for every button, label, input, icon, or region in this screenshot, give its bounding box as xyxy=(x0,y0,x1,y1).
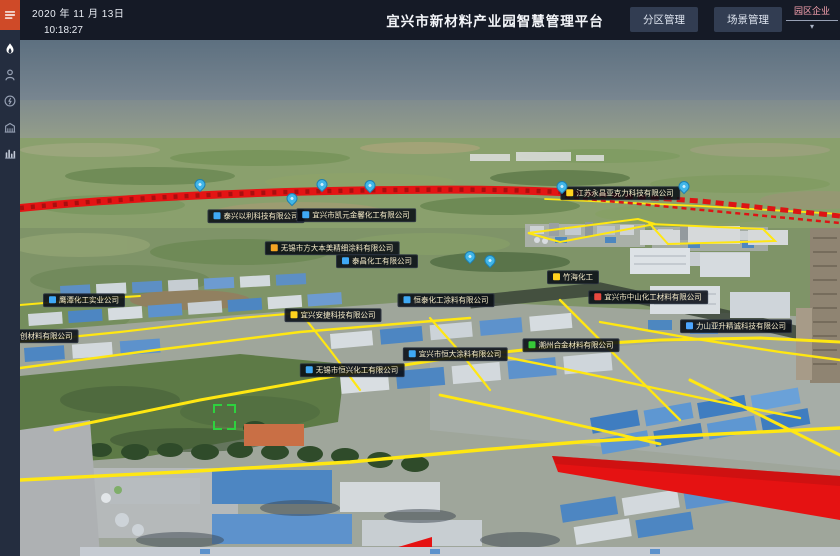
top-header: 2020 年 11 月 13日 10:18:27 宜兴市新材料产业园智慧管理平台… xyxy=(20,0,840,40)
company-icon xyxy=(291,312,298,319)
company-label[interactable]: 泰昌化工有限公司 xyxy=(336,254,418,268)
company-label-text: 宜兴市凯元金馨化工有限公司 xyxy=(312,211,410,219)
company-label[interactable]: 宜兴安捷科技有限公司 xyxy=(285,308,382,322)
flame-icon[interactable] xyxy=(3,42,17,56)
energy-gauge-icon[interactable] xyxy=(3,94,17,108)
company-icon xyxy=(553,274,560,281)
park-enterprise-dropdown[interactable]: 园区企业 ▾ xyxy=(786,4,838,31)
company-label[interactable]: 江苏永昌亚克力科技有限公司 xyxy=(560,186,680,200)
company-label-text: 泰昌化工有限公司 xyxy=(352,257,412,265)
dropdown-label: 园区企业 xyxy=(786,4,838,21)
company-label[interactable]: 恒泰化工涂料有限公司 xyxy=(398,293,495,307)
time-text: 10:18:27 xyxy=(44,25,124,36)
company-label[interactable]: 竹海化工 xyxy=(547,270,599,284)
company-icon xyxy=(302,212,309,219)
company-icon xyxy=(271,245,278,252)
page-title: 宜兴市新材料产业园智慧管理平台 xyxy=(386,10,604,30)
company-label-text: 潮州合金材料有限公司 xyxy=(539,341,614,349)
left-sidebar xyxy=(0,0,20,556)
company-label[interactable]: 宜兴市凯元金馨化工有限公司 xyxy=(296,208,416,222)
company-label[interactable]: 宜兴市恒大涂料有限公司 xyxy=(403,347,508,361)
person-icon[interactable] xyxy=(3,68,17,82)
date-text: 2020 年 11 月 13日 xyxy=(32,5,124,20)
factory-building-icon[interactable] xyxy=(3,120,17,134)
bar-chart-icon[interactable] xyxy=(3,146,17,160)
company-label[interactable]: 无锡市恒兴化工有限公司 xyxy=(300,363,405,377)
company-label-text: 恒泰化工涂料有限公司 xyxy=(414,296,489,304)
company-icon xyxy=(49,297,56,304)
company-icon xyxy=(409,351,416,358)
zone-management-button[interactable]: 分区管理 xyxy=(630,7,698,32)
company-icon xyxy=(594,294,601,301)
company-icon xyxy=(306,367,313,374)
company-label-text: 江苏永昌亚克力科技有限公司 xyxy=(576,189,674,197)
company-label-text: 宜兴市中山化工材料有限公司 xyxy=(604,293,702,301)
map-3d-scene[interactable] xyxy=(0,0,840,556)
company-icon xyxy=(566,190,573,197)
company-icon xyxy=(404,297,411,304)
company-label[interactable]: 鹰潭化工实业公司 xyxy=(43,293,125,307)
company-label[interactable]: 泰兴以利科技有限公司 xyxy=(208,209,305,223)
company-icon xyxy=(686,323,693,330)
company-label-text: 竹海化工 xyxy=(563,273,593,281)
company-label-text: 宜兴安捷科技有限公司 xyxy=(301,311,376,319)
company-icon xyxy=(214,213,221,220)
datetime: 2020 年 11 月 13日 10:18:27 xyxy=(32,5,124,36)
scene-management-button[interactable]: 场景管理 xyxy=(714,7,782,32)
company-label-text: 泰兴以利科技有限公司 xyxy=(224,212,299,220)
company-label[interactable]: 力山亚升精诚科技有限公司 xyxy=(680,319,792,333)
company-label[interactable]: 无锡市方大本美精细涂料有限公司 xyxy=(265,241,400,255)
company-icon xyxy=(342,258,349,265)
sidebar-item-menu[interactable] xyxy=(0,0,20,30)
chevron-down-icon: ▾ xyxy=(786,22,838,31)
hamburger-icon xyxy=(3,8,17,22)
company-label-text: 力山亚升精诚科技有限公司 xyxy=(696,322,786,330)
company-label-text: 宜兴市恒大涂料有限公司 xyxy=(419,350,502,358)
company-label[interactable]: 潮州合金材料有限公司 xyxy=(523,338,620,352)
company-label-text: 无锡市恒兴化工有限公司 xyxy=(316,366,399,374)
company-icon xyxy=(529,342,536,349)
company-label-text: 鹰潭化工实业公司 xyxy=(59,296,119,304)
company-label-text: 无锡市方大本美精细涂料有限公司 xyxy=(281,244,394,252)
company-label[interactable]: 宜兴市中山化工材料有限公司 xyxy=(588,290,708,304)
